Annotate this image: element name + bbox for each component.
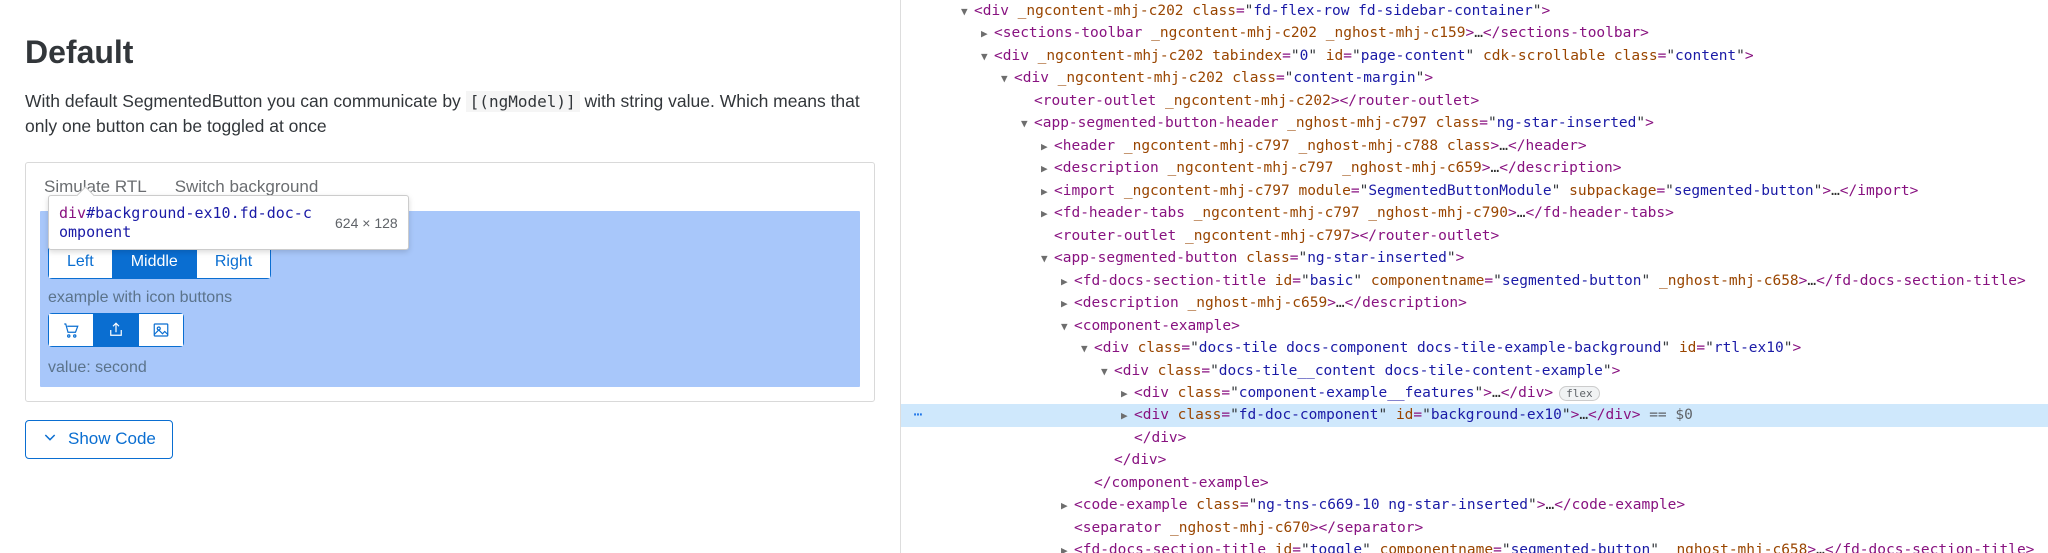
- dom-tree-node[interactable]: ▼<div _ngcontent-mhj-c202 class="fd-flex…: [901, 0, 2048, 22]
- dom-tree-node[interactable]: ▶<div class="component-example__features…: [901, 382, 2048, 404]
- show-code-label: Show Code: [68, 429, 156, 449]
- dom-tree-node[interactable]: </div>: [901, 449, 2048, 471]
- dom-tree-node[interactable]: ▶<fd-docs-section-title id="basic" compo…: [901, 270, 2048, 292]
- example-value: value: second: [48, 359, 852, 377]
- dom-tree-node[interactable]: ▶<import _ngcontent-mhj-c797 module="Seg…: [901, 180, 2048, 202]
- image-icon: [152, 321, 170, 339]
- docs-content: Default With default SegmentedButton you…: [0, 0, 900, 553]
- dom-tree-node[interactable]: <router-outlet _ngcontent-mhj-c202></rou…: [901, 90, 2048, 112]
- dom-tree-node[interactable]: ▼<component-example>: [901, 315, 2048, 337]
- dom-tree-node[interactable]: ▼<div _ngcontent-mhj-c202 tabindex="0" i…: [901, 45, 2048, 67]
- seg-btn-cart[interactable]: [48, 313, 94, 347]
- share-icon: [107, 321, 125, 339]
- dom-tree-node[interactable]: ▶<description _nghost-mhj-c659>…</descri…: [901, 292, 2048, 314]
- dom-tree-node[interactable]: ▶<description _ngcontent-mhj-c797 _nghos…: [901, 157, 2048, 179]
- switch-background-link[interactable]: Switch background: [175, 177, 319, 197]
- segmented-button-group-icons: [48, 313, 184, 347]
- dom-tree-node[interactable]: ▶<fd-header-tabs _ngcontent-mhj-c797 _ng…: [901, 202, 2048, 224]
- devtools-elements-panel[interactable]: ▼<div _ngcontent-mhj-c202 class="fd-flex…: [900, 0, 2048, 553]
- example-label-icons: example with icon buttons: [48, 289, 852, 307]
- chevron-down-icon: [42, 429, 58, 450]
- dom-tree-node[interactable]: <separator _nghost-mhj-c670></separator>: [901, 517, 2048, 539]
- tooltip-tag: div: [59, 204, 86, 222]
- seg-btn-image[interactable]: [139, 313, 184, 347]
- dom-tree-node[interactable]: ▶<code-example class="ng-tns-c669-10 ng-…: [901, 494, 2048, 516]
- dom-tree-node[interactable]: </div>: [901, 427, 2048, 449]
- cart-icon: [62, 321, 80, 339]
- page-title: Default: [25, 34, 875, 71]
- desc-text-1: With default SegmentedButton you can com…: [25, 91, 466, 111]
- desc-code: [(ngModel)]: [466, 91, 580, 112]
- dom-tree-node[interactable]: ⋯▶<div class="fd-doc-component" id="back…: [901, 404, 2048, 426]
- tooltip-id: #background-ex10: [86, 204, 231, 222]
- dom-tree-node[interactable]: ▶<fd-docs-section-title id="toggle" comp…: [901, 539, 2048, 553]
- seg-btn-share[interactable]: [94, 313, 139, 347]
- dom-tree-node[interactable]: ▶<header _ngcontent-mhj-c797 _nghost-mhj…: [901, 135, 2048, 157]
- dom-tree-node[interactable]: <router-outlet _ngcontent-mhj-c797></rou…: [901, 225, 2048, 247]
- dom-tree-node[interactable]: ▼<div class="docs-tile docs-component do…: [901, 337, 2048, 359]
- dom-tree-node[interactable]: ▼<div _ngcontent-mhj-c202 class="content…: [901, 67, 2048, 89]
- show-code-button[interactable]: Show Code: [25, 420, 173, 459]
- tooltip-dimensions: 624 × 128: [335, 215, 398, 231]
- dom-tree-node[interactable]: ▼<app-segmented-button class="ng-star-in…: [901, 247, 2048, 269]
- simulate-rtl-link[interactable]: Simulate RTL: [44, 177, 147, 197]
- dom-tree-node[interactable]: </component-example>: [901, 472, 2048, 494]
- inspector-tooltip: div#background-ex10.fd-doc-component 624…: [48, 195, 409, 251]
- dom-tree-node[interactable]: ▶<sections-toolbar _ngcontent-mhj-c202 _…: [901, 22, 2048, 44]
- dom-tree-node[interactable]: ▼<div class="docs-tile__content docs-til…: [901, 360, 2048, 382]
- page-description: With default SegmentedButton you can com…: [25, 89, 875, 140]
- dom-tree-node[interactable]: ▼<app-segmented-button-header _nghost-mh…: [901, 112, 2048, 134]
- tooltip-selector: div#background-ex10.fd-doc-component: [59, 204, 319, 242]
- example-tile: Simulate RTL Switch background div#backg…: [25, 162, 875, 402]
